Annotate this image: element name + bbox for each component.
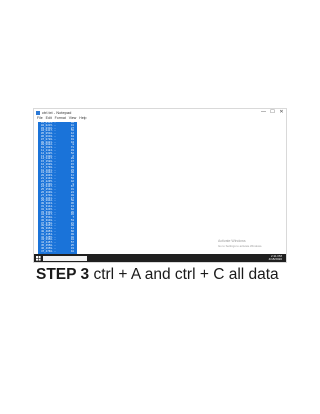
window-title: ctrl.txt - Notepad [42, 109, 72, 115]
step-label: STEP 3 [36, 266, 90, 283]
step-instruction: ctrl + A and ctrl + C all data [89, 266, 279, 283]
maximize-icon[interactable]: ☐ [268, 109, 277, 116]
clock-date: 4/18/2020 [268, 257, 282, 261]
search-box[interactable] [43, 255, 87, 261]
notepad-screenshot: ctrl.txt - Notepad — ☐ ✕ File Edit Forma… [33, 108, 287, 263]
menu-file[interactable]: File [37, 116, 43, 121]
system-tray-clock[interactable]: 2:11 PM 4/18/2020 [268, 254, 282, 262]
menu-edit[interactable]: Edit [46, 116, 52, 121]
activate-windows-watermark: Activate Windows Go to Settings to activ… [218, 239, 262, 248]
menu-format[interactable]: Format [55, 116, 66, 121]
step-caption: STEP 3 ctrl + A and ctrl + C all data [36, 266, 279, 284]
windows-start-icon[interactable] [36, 255, 41, 261]
window-titlebar: ctrl.txt - Notepad — ☐ ✕ [34, 109, 286, 116]
menu-help[interactable]: Help [79, 116, 86, 121]
menu-view[interactable]: View [69, 116, 77, 121]
notepad-icon [36, 110, 40, 115]
minimize-icon[interactable]: — [259, 109, 268, 116]
taskbar: 2:11 PM 4/18/2020 [34, 254, 286, 262]
selected-text-block[interactable]: 01_0114... 38 02_0215... 41 03_0316... 27 04_0… [38, 122, 77, 256]
watermark-subtitle: Go to Settings to activate Windows. [218, 243, 263, 248]
menu-bar: File Edit Format View Help [34, 116, 87, 121]
close-icon[interactable]: ✕ [277, 109, 286, 116]
